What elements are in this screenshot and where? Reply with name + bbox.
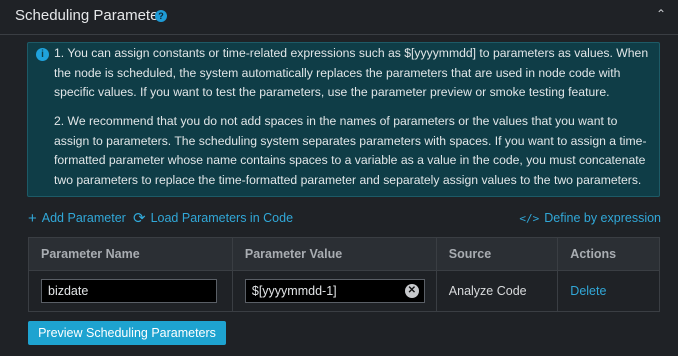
actions-cell: Delete [557,270,660,312]
load-parameters-label: Load Parameters in Code [150,211,294,225]
delete-link[interactable]: Delete [570,284,606,298]
source-cell: Analyze Code [435,270,559,312]
define-by-expression-label: Define by expression [544,211,661,225]
question-circle-icon[interactable]: ? [155,10,167,22]
parameters-table: Parameter Name Parameter Value Source Ac… [28,237,660,312]
chevron-up-icon[interactable]: ⌃ [654,7,668,21]
add-parameter-link[interactable]: + Add Parameter [28,209,126,227]
table-header-row: Parameter Name Parameter Value Source Ac… [28,237,660,271]
info-notice: i 1. You can assign constants or time-re… [27,42,660,197]
parameter-name-cell [28,270,233,312]
plus-icon: + [28,210,37,227]
column-header-parameter-name: Parameter Name [28,237,233,271]
notice-paragraph-2: 2. We recommend that you do not add spac… [54,114,647,187]
clear-icon[interactable]: ✕ [404,284,419,298]
preview-scheduling-parameters-button[interactable]: Preview Scheduling Parameters [28,321,226,345]
column-header-source: Source [435,237,559,271]
section-title: Scheduling Parameter [15,7,164,24]
add-parameter-label: Add Parameter [41,211,126,225]
column-header-actions: Actions [557,237,660,271]
parameter-value-input[interactable] [244,279,425,303]
notice-paragraph-1: 1. You can assign constants or time-rela… [54,46,649,99]
code-icon: </> [519,212,540,225]
load-parameters-link[interactable]: ⟳ Load Parameters in Code [133,209,293,227]
parameter-value-cell: ✕ [231,270,437,312]
section-header: Scheduling Parameter ? ⌃ [0,0,678,35]
column-header-parameter-value: Parameter Value [231,237,437,271]
parameter-value-wrapper: ✕ [244,279,425,303]
table-row: ✕ Analyze Code Delete [28,270,660,312]
parameter-name-input[interactable] [41,279,217,303]
info-circle-icon: i [36,48,49,61]
define-by-expression-link[interactable]: </> Define by expression [519,209,661,227]
refresh-icon: ⟳ [133,210,146,227]
